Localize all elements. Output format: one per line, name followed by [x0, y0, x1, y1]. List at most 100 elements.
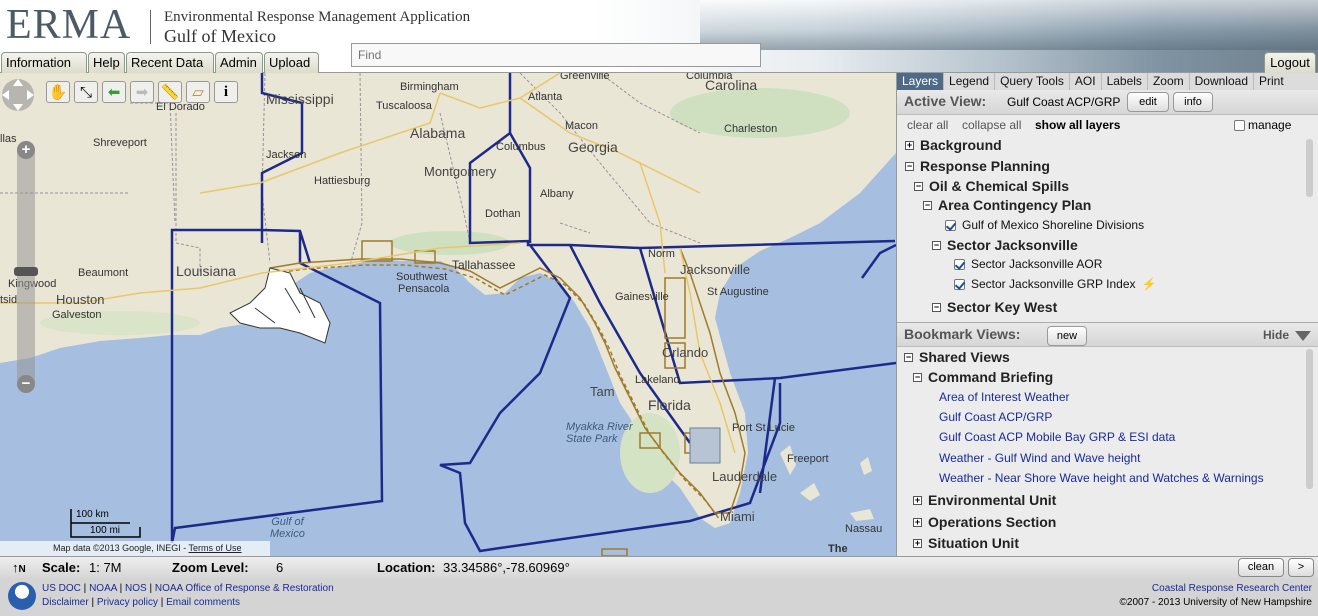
- bookmark-link[interactable]: Weather - Near Shore Wave height and Wat…: [939, 471, 1264, 485]
- noaa-link[interactable]: NOAA: [89, 583, 117, 594]
- expand-panel-button[interactable]: >: [1288, 558, 1314, 577]
- manage-toggle[interactable]: manage: [1234, 118, 1291, 132]
- layer-tree-scrollbar[interactable]: [1306, 139, 1313, 197]
- bookmark-item[interactable]: Gulf Coast ACP Mobile Bay GRP & ESI data: [939, 427, 1175, 447]
- zoom-slider-handle[interactable]: [14, 267, 38, 276]
- us-doc-link[interactable]: US DOC: [42, 583, 81, 594]
- bookmark-group-operations[interactable]: + Operations Section: [913, 512, 1056, 532]
- info-view-button[interactable]: info: [1173, 92, 1213, 112]
- measure-ruler-icon[interactable]: 📏: [158, 81, 182, 103]
- map-label-miami: Miami: [720, 509, 755, 524]
- layer-checkbox[interactable]: [954, 258, 965, 270]
- map-label-partial: tsid: [0, 294, 18, 306]
- lightning-icon[interactable]: ⚡: [1142, 277, 1157, 291]
- tab-query-tools[interactable]: Query Tools: [995, 73, 1070, 90]
- disclaimer-link[interactable]: Disclaimer: [42, 597, 89, 608]
- clear-all-link[interactable]: clear all: [907, 118, 948, 132]
- manage-checkbox[interactable]: [1234, 119, 1245, 131]
- hide-bookmarks-button[interactable]: Hide: [1263, 328, 1289, 342]
- collapse-icon[interactable]: −: [905, 161, 914, 171]
- zoom-out-button[interactable]: −: [17, 375, 35, 393]
- bookmark-item[interactable]: Gulf Coast ACP/GRP: [939, 407, 1052, 427]
- bookmark-group-command[interactable]: − Command Briefing: [913, 367, 1053, 387]
- north-arrow-icon: ↑N: [12, 560, 26, 575]
- bookmark-item[interactable]: Weather - Gulf Wind and Wave height: [939, 448, 1140, 468]
- map-label-normandy: Norm: [648, 248, 675, 260]
- noaa-or-link[interactable]: NOAA Office of Response & Restoration: [155, 583, 334, 594]
- menu-help[interactable]: Help: [88, 52, 125, 73]
- edit-view-button[interactable]: edit: [1127, 92, 1169, 112]
- zoom-slider-track[interactable]: [17, 141, 35, 391]
- hand-pan-icon[interactable]: ✋: [46, 81, 70, 103]
- layer-group-acp[interactable]: − Area Contingency Plan: [923, 195, 1091, 215]
- nos-link[interactable]: NOS: [125, 583, 147, 594]
- menu-admin[interactable]: Admin: [215, 52, 263, 73]
- bookmark-link[interactable]: Gulf Coast ACP/GRP: [939, 410, 1052, 424]
- bookmark-item[interactable]: Weather - Near Shore Wave height and Wat…: [939, 468, 1264, 488]
- status-bar: ↑N Scale: 1: 7M Zoom Level: 6 Location: …: [0, 556, 1318, 578]
- tab-labels[interactable]: Labels: [1102, 73, 1148, 90]
- bookmark-group-situation[interactable]: + Situation Unit: [913, 533, 1019, 553]
- expand-icon[interactable]: +: [913, 495, 922, 505]
- pan-control[interactable]: [0, 73, 36, 117]
- bookmark-group-label: Environmental Unit: [928, 492, 1057, 508]
- collapse-icon[interactable]: −: [914, 181, 923, 191]
- layer-checkbox[interactable]: [954, 278, 965, 290]
- layer-sector-jax-aor[interactable]: Sector Jacksonville AOR: [954, 254, 1102, 274]
- privacy-link[interactable]: Privacy policy: [97, 597, 158, 608]
- zoom-in-button[interactable]: +: [17, 141, 35, 159]
- layer-group-sector-jax[interactable]: − Sector Jacksonville: [932, 235, 1078, 255]
- expand-icon[interactable]: +: [913, 517, 922, 527]
- collapse-icon[interactable]: −: [904, 352, 913, 362]
- crrc-link[interactable]: Coastal Response Research Center: [1152, 583, 1312, 594]
- show-all-layers-link[interactable]: show all layers: [1035, 118, 1120, 132]
- layer-sector-jax-grp[interactable]: Sector Jacksonville GRP Index ⚡: [954, 274, 1156, 294]
- menu-upload[interactable]: Upload: [264, 52, 319, 73]
- collapse-all-link[interactable]: collapse all: [962, 118, 1021, 132]
- copyright: ©2007 - 2013 University of New Hampshire: [1120, 597, 1312, 608]
- tab-zoom[interactable]: Zoom: [1148, 73, 1190, 90]
- email-comments-link[interactable]: Email comments: [166, 597, 240, 608]
- new-bookmark-button[interactable]: new: [1047, 326, 1087, 346]
- collapse-icon[interactable]: −: [932, 302, 941, 312]
- bookmark-scrollbar[interactable]: [1306, 349, 1313, 489]
- map-view[interactable]: Mississippi Alabama Georgia Carolina Lou…: [0, 73, 896, 556]
- layer-group-background[interactable]: + Background: [905, 135, 1002, 155]
- bookmark-group-shared[interactable]: − Shared Views: [904, 347, 1010, 367]
- back-arrow-icon[interactable]: ⬅: [102, 81, 126, 103]
- terms-of-use-link[interactable]: Terms of Use: [189, 543, 242, 553]
- map-label-galveston: Galveston: [52, 309, 102, 321]
- clean-button[interactable]: clean: [1238, 558, 1284, 577]
- bookmark-group-environmental[interactable]: + Environmental Unit: [913, 490, 1056, 510]
- bookmark-link[interactable]: Gulf Coast ACP Mobile Bay GRP & ESI data: [939, 430, 1175, 444]
- layer-group-oil-chem[interactable]: − Oil & Chemical Spills: [914, 176, 1069, 196]
- tab-legend[interactable]: Legend: [944, 73, 996, 90]
- bookmark-item[interactable]: Area of Interest Weather: [939, 387, 1070, 407]
- tab-aoi[interactable]: AOI: [1070, 73, 1102, 90]
- draw-area-icon[interactable]: ▱: [186, 81, 210, 103]
- identify-info-icon[interactable]: i: [214, 81, 238, 103]
- logout-button[interactable]: Logout: [1264, 52, 1316, 73]
- collapse-icon[interactable]: −: [923, 200, 932, 210]
- menu-recent-data[interactable]: Recent Data: [126, 52, 214, 73]
- tab-layers[interactable]: Layers: [897, 73, 945, 90]
- menu-information[interactable]: Information: [1, 52, 87, 73]
- bookmark-link[interactable]: Weather - Gulf Wind and Wave height: [939, 451, 1140, 465]
- tab-print[interactable]: Print: [1254, 73, 1289, 90]
- expand-icon[interactable]: +: [905, 140, 914, 150]
- collapse-icon[interactable]: −: [913, 372, 922, 382]
- find-input[interactable]: [351, 43, 761, 67]
- bookmark-link[interactable]: Area of Interest Weather: [939, 390, 1070, 404]
- zoom-box-icon[interactable]: ⤡: [74, 81, 98, 103]
- tab-download[interactable]: Download: [1190, 73, 1254, 90]
- triangle-down-icon[interactable]: [1295, 331, 1311, 341]
- forward-arrow-icon[interactable]: ➡: [130, 81, 154, 103]
- layer-group-response-planning[interactable]: − Response Planning: [905, 156, 1050, 176]
- map-label-birmingham: Birmingham: [400, 81, 459, 93]
- collapse-icon[interactable]: −: [932, 240, 941, 250]
- crrc-text[interactable]: Coastal Response Research Center: [1152, 583, 1312, 594]
- layer-checkbox[interactable]: [945, 219, 956, 231]
- layer-group-sector-kw[interactable]: − Sector Key West: [932, 297, 1057, 317]
- expand-icon[interactable]: +: [913, 538, 922, 548]
- layer-shoreline-divisions[interactable]: Gulf of Mexico Shoreline Divisions: [945, 215, 1144, 235]
